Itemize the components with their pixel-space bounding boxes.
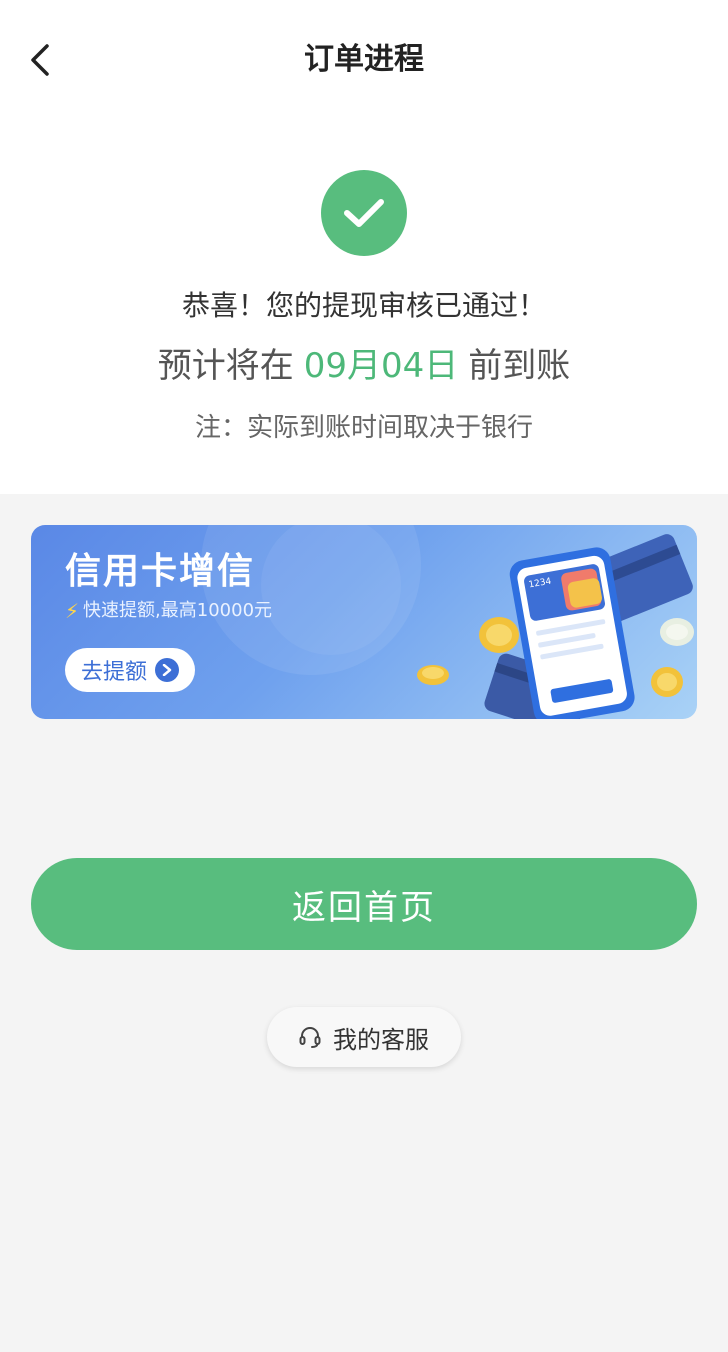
customer-service-button[interactable]: 我的客服 <box>267 1007 461 1067</box>
success-icon <box>321 170 407 256</box>
eta-line: 预计将在 09月04日 前到账 <box>0 340 728 392</box>
banner-subtitle-text: 快速提额,最高10000元 <box>83 600 273 621</box>
eta-suffix: 前到账 <box>468 346 571 386</box>
customer-service-label: 我的客服 <box>333 1025 429 1054</box>
boost-limit-button[interactable]: 去提额 <box>65 648 195 692</box>
lightning-icon: ⚡ <box>65 599 80 623</box>
result-panel: 订单进程 恭喜！您的提现审核已通过！ 预计将在 09月04日 前到账 注：实际到账时… <box>0 0 728 494</box>
success-message: 恭喜！您的提现审核已通过！ <box>181 289 546 322</box>
phone-cards-illustration: 1234 <box>417 534 694 719</box>
credit-boost-banner[interactable]: 信用卡增信 ⚡ 快速提额,最高10000元 去提额 1234 <box>31 525 697 719</box>
return-home-button[interactable]: 返回首页 <box>31 858 697 950</box>
arrival-note: 注：实际到账时间取决于银行 <box>194 413 533 443</box>
page-title: 订单进程 <box>304 42 424 77</box>
chevron-right-icon <box>155 658 179 682</box>
return-home-label: 返回首页 <box>292 887 436 928</box>
boost-limit-label: 去提额 <box>80 660 147 685</box>
eta-date: 09月04日 <box>303 346 459 386</box>
headset-icon <box>299 1025 321 1049</box>
eta-prefix: 预计将在 <box>157 346 294 386</box>
banner-title: 信用卡增信 <box>65 551 256 592</box>
banner-subtitle: ⚡ 快速提额,最高10000元 <box>65 597 272 625</box>
